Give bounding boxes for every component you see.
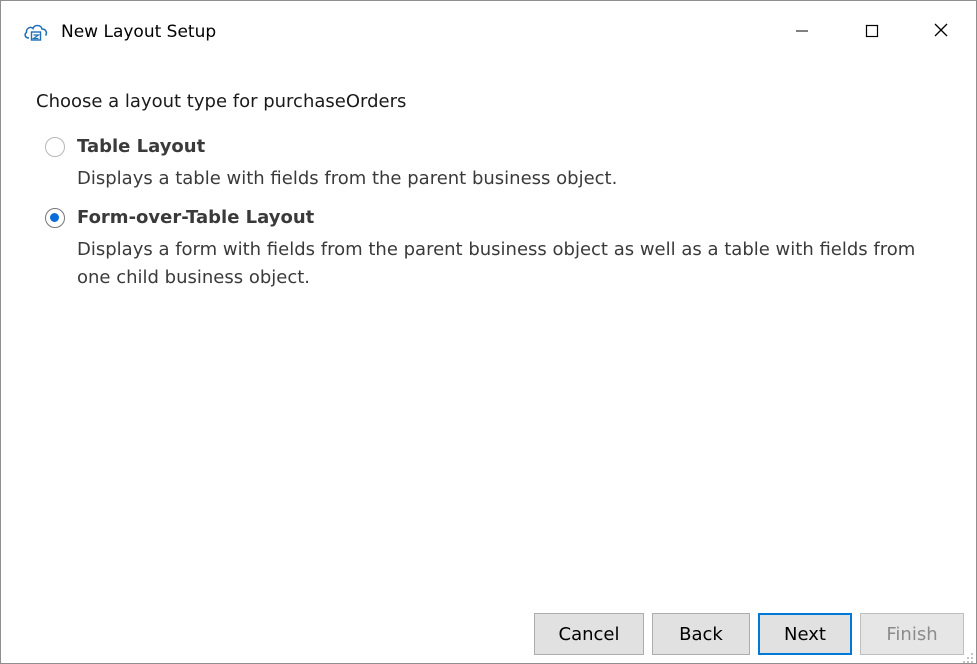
finish-button[interactable]: Finish <box>860 613 964 655</box>
maximize-icon <box>865 23 879 42</box>
cancel-button[interactable]: Cancel <box>534 613 644 655</box>
table-layout-radio[interactable] <box>45 137 65 157</box>
minimize-icon <box>795 23 809 42</box>
form-over-table-layout-label[interactable]: Form-over-Table Layout <box>77 206 314 230</box>
close-button[interactable] <box>906 1 976 63</box>
form-over-table-layout-radio[interactable] <box>45 208 65 228</box>
layout-type-prompt: Choose a layout type for purchaseOrders <box>36 91 407 112</box>
maximize-button[interactable] <box>837 1 907 63</box>
cloud-app-icon <box>23 21 49 43</box>
table-layout-description: Displays a table with fields from the pa… <box>77 168 618 189</box>
close-icon <box>933 22 949 42</box>
back-button[interactable]: Back <box>652 613 750 655</box>
form-over-table-layout-description: Displays a form with fields from the par… <box>77 239 916 288</box>
next-button[interactable]: Next <box>758 613 852 655</box>
dialog-window: New Layout Setup Choose a layout type fo… <box>0 0 977 664</box>
title-bar[interactable]: New Layout Setup <box>1 1 976 63</box>
window-title: New Layout Setup <box>61 22 217 42</box>
minimize-button[interactable] <box>767 1 837 63</box>
resize-grip-icon[interactable] <box>962 649 974 663</box>
table-layout-label[interactable]: Table Layout <box>77 135 205 159</box>
